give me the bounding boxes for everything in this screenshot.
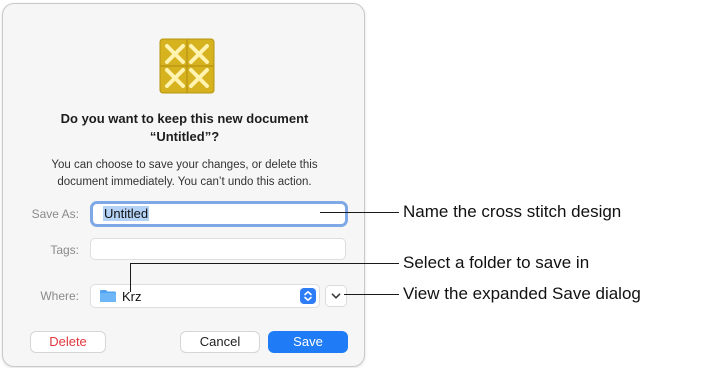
dialog-message-line-2: document immediately. You can’t undo thi… (57, 176, 312, 188)
dialog-title-line-1: Do you want to keep this new document (60, 111, 309, 126)
folder-icon (100, 290, 116, 302)
callout-folder-text: Select a folder to save in (403, 253, 590, 272)
cross-stitch-app-icon (159, 38, 215, 94)
dialog-title-line-2: “Untitled”? (149, 129, 220, 144)
save-button[interactable]: Save (268, 331, 348, 353)
tags-input[interactable] (90, 238, 346, 260)
expand-dialog-button[interactable] (325, 285, 347, 307)
where-value: Krz (122, 289, 142, 304)
callout-name-text: Name the cross stitch design (403, 202, 622, 221)
callout-vline-folder (130, 263, 131, 292)
dialog-message: You can choose to save your changes, or … (23, 157, 346, 191)
delete-button[interactable]: Delete (30, 331, 106, 353)
where-label: Where: (40, 289, 79, 303)
cancel-button[interactable]: Cancel (180, 331, 260, 353)
save-as-value: Untitled (103, 206, 150, 221)
callout-line-name (320, 212, 399, 213)
callout-expand-text: View the expanded Save dialog (403, 284, 641, 303)
callout-line-expand (344, 294, 399, 295)
save-as-label: Save As: (31, 207, 79, 221)
save-as-input[interactable]: Untitled (90, 201, 348, 227)
dialog-title: Do you want to keep this new document “U… (23, 110, 346, 146)
chevron-updown-icon[interactable] (300, 288, 316, 304)
save-dialog: Do you want to keep this new document “U… (2, 3, 365, 367)
chevron-down-icon (331, 293, 341, 299)
tags-label: Tags: (50, 243, 79, 257)
where-folder-select[interactable]: Krz (90, 284, 320, 308)
callout-line-folder (130, 263, 399, 264)
dialog-message-line-1: You can choose to save your changes, or … (51, 159, 318, 171)
